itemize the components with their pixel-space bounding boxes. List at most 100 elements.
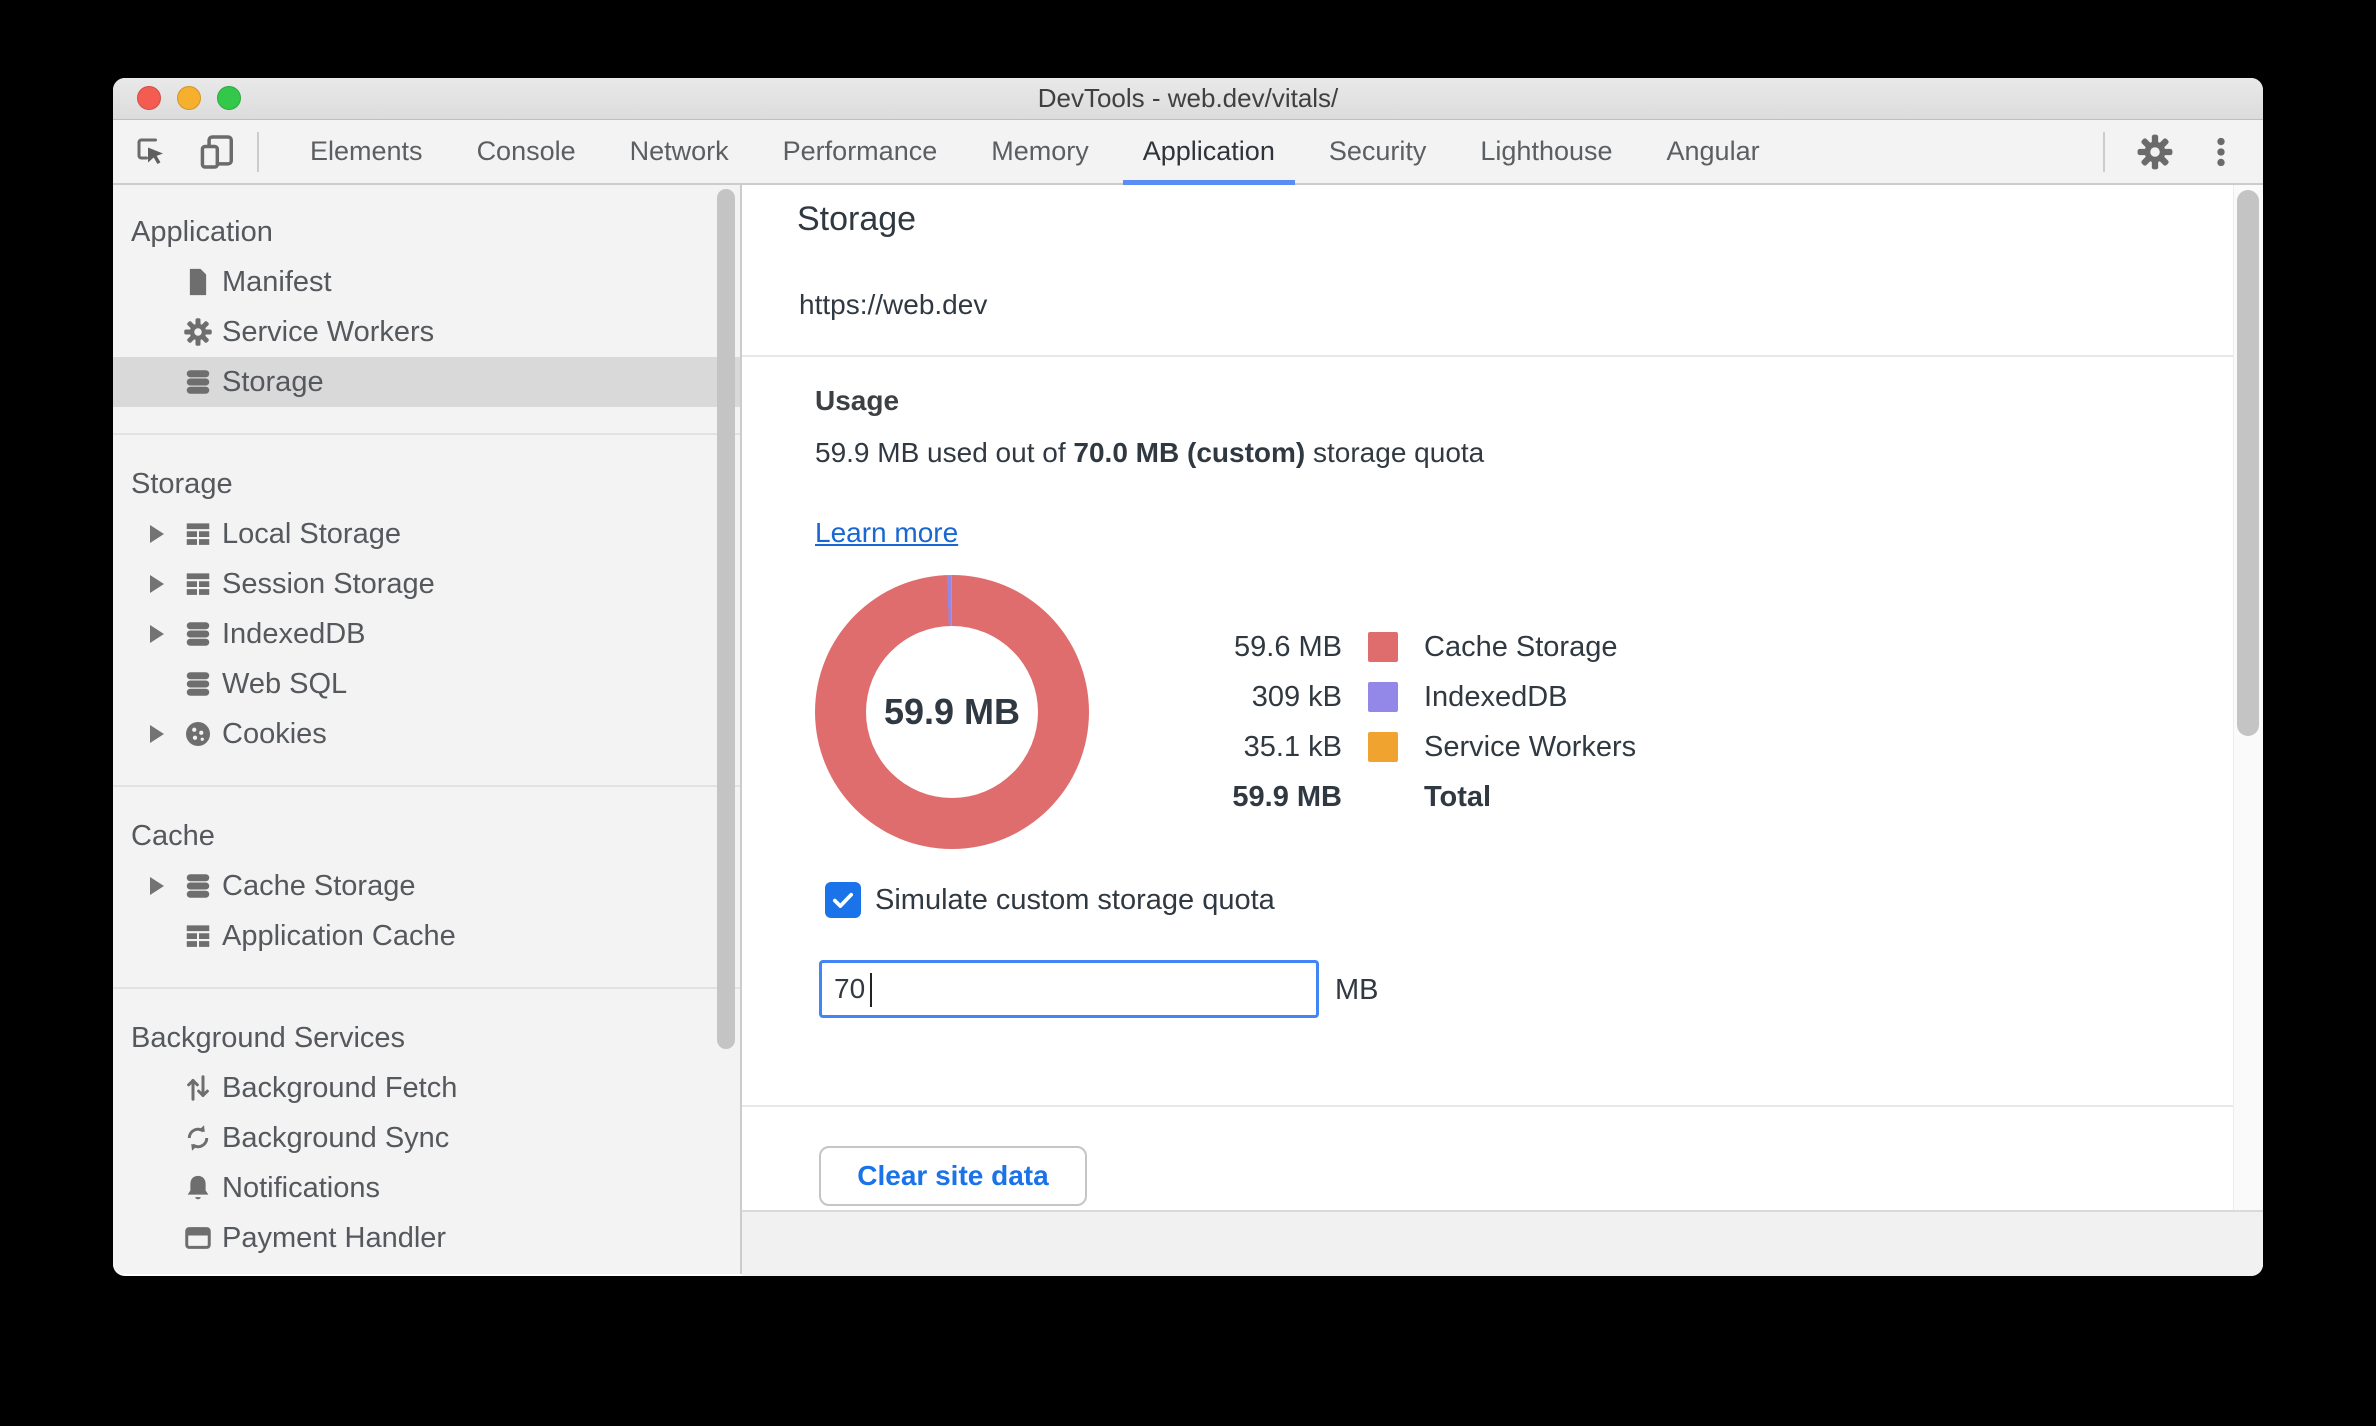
sidebar-item-background-sync[interactable]: Background Sync	[113, 1113, 740, 1163]
minimize-button[interactable]	[177, 86, 201, 110]
text-caret	[870, 973, 872, 1007]
legend-row-total: 59.9 MB Total	[1042, 772, 1636, 822]
divider	[742, 355, 2263, 357]
sidebar-item-cache-storage[interactable]: Cache Storage	[113, 861, 740, 911]
sidebar-item-payment-handler[interactable]: Payment Handler	[113, 1213, 740, 1263]
legend-label: IndexedDB	[1424, 680, 1568, 713]
sidebar-item-session-storage[interactable]: Session Storage	[113, 559, 740, 609]
database-icon	[183, 669, 213, 699]
usage-text-quota: 70.0 MB (custom)	[1073, 437, 1306, 468]
tab-security[interactable]: Security	[1309, 120, 1447, 183]
quota-input[interactable]	[819, 960, 1319, 1018]
simulate-quota-checkbox[interactable]	[825, 882, 861, 918]
sidebar-item-label: Manifest	[222, 265, 332, 298]
checkmark-icon	[832, 892, 854, 908]
title-bar: DevTools - web.dev/vitals/	[113, 78, 2263, 120]
up-down-arrows-icon	[183, 1073, 213, 1103]
legend-value: 35.1 kB	[1243, 730, 1342, 763]
expander-icon[interactable]	[150, 575, 183, 593]
expander-icon[interactable]	[150, 625, 183, 643]
simulate-quota-label[interactable]: Simulate custom storage quota	[875, 884, 1275, 917]
legend-value: 59.9 MB	[1232, 780, 1342, 813]
sidebar-item-cookies[interactable]: Cookies	[113, 709, 740, 759]
settings-button[interactable]	[2127, 124, 2183, 180]
usage-summary: 59.9 MB used out of 70.0 MB (custom) sto…	[815, 437, 1484, 469]
tab-performance[interactable]: Performance	[763, 120, 958, 183]
clock-icon	[183, 1273, 213, 1274]
legend-row-service-workers: 35.1 kB Service Workers	[1042, 722, 1637, 772]
tab-console[interactable]: Console	[457, 120, 596, 183]
sidebar-item-label: Session Storage	[222, 567, 435, 600]
usage-text-prefix: 59.9 MB used out of	[815, 437, 1074, 468]
toolbar-separator	[2103, 131, 2105, 172]
sidebar-item-indexeddb[interactable]: IndexedDB	[113, 609, 740, 659]
traffic-lights	[137, 86, 241, 110]
more-options-button[interactable]	[2193, 124, 2249, 180]
table-icon	[183, 921, 213, 951]
usage-heading: Usage	[815, 385, 900, 416]
sidebar-item-web-sql[interactable]: Web SQL	[113, 659, 740, 709]
legend-row-indexeddb: 309 kB IndexedDB	[1042, 672, 1636, 722]
expander-icon[interactable]	[150, 525, 183, 543]
main-scrollbar-track[interactable]	[2233, 185, 2263, 1210]
sidebar-item-label: Cache Storage	[222, 869, 416, 902]
tab-memory[interactable]: Memory	[971, 120, 1109, 183]
zoom-button[interactable]	[217, 86, 241, 110]
simulate-quota-row: Simulate custom storage quota	[825, 882, 1275, 918]
sidebar-item-label: Background Sync	[222, 1121, 450, 1154]
inspect-element-button[interactable]	[123, 124, 179, 180]
toggle-device-toolbar-button[interactable]	[189, 124, 245, 180]
donut-center-label: 59.9 MB	[883, 691, 1021, 732]
main-scrollbar-thumb[interactable]	[2237, 190, 2259, 736]
expander-icon[interactable]	[150, 877, 183, 895]
sidebar-scrollbar-thumb[interactable]	[717, 189, 735, 1049]
sidebar-item-label: Application Cache	[222, 919, 456, 952]
sidebar-item-label: IndexedDB	[222, 617, 366, 650]
sidebar-item-storage[interactable]: Storage	[113, 357, 740, 407]
sidebar-divider	[113, 987, 740, 989]
sidebar-item-label: Local Storage	[222, 517, 401, 550]
devtools-tab-bar: Elements Console Network Performance Mem…	[113, 120, 2263, 185]
sidebar-item-label: Storage	[222, 365, 324, 398]
table-icon	[183, 519, 213, 549]
tab-application[interactable]: Application	[1122, 120, 1295, 185]
chart-legend: 59.6 MB Cache Storage 309 kB IndexedDB 3…	[1042, 622, 1636, 822]
usage-text-suffix: storage quota	[1305, 437, 1485, 468]
application-sidebar: Application Manifest Service Workers Sto…	[113, 185, 742, 1274]
page-title: Storage	[797, 200, 917, 238]
tab-angular[interactable]: Angular	[1647, 120, 1780, 183]
sidebar-item-service-workers[interactable]: Service Workers	[113, 307, 740, 357]
sidebar-divider	[113, 433, 740, 435]
sidebar-item-local-storage[interactable]: Local Storage	[113, 509, 740, 559]
gear-icon	[2136, 133, 2174, 171]
close-button[interactable]	[137, 86, 161, 110]
tab-elements[interactable]: Elements	[290, 120, 443, 183]
sidebar-item-manifest[interactable]: Manifest	[113, 257, 740, 307]
legend-label: Total	[1424, 780, 1492, 813]
gear-icon	[183, 317, 213, 347]
learn-more-link[interactable]: Learn more	[815, 517, 958, 549]
database-icon	[183, 871, 213, 901]
kebab-menu-icon	[2204, 135, 2238, 169]
sidebar-item-partial[interactable]	[113, 1263, 740, 1274]
sidebar-item-application-cache[interactable]: Application Cache	[113, 911, 740, 961]
sidebar-section-application: Application	[131, 216, 273, 248]
sidebar-item-label: Background Fetch	[222, 1071, 458, 1104]
sidebar-divider	[113, 785, 740, 787]
legend-swatch-service-workers	[1368, 732, 1398, 762]
legend-label: Service Workers	[1424, 730, 1637, 763]
table-icon	[183, 569, 213, 599]
origin-url: https://web.dev	[799, 289, 988, 320]
legend-label: Cache Storage	[1424, 630, 1618, 663]
divider	[742, 1105, 2263, 1107]
sidebar-section-storage: Storage	[131, 468, 233, 500]
sidebar-item-label: Service Workers	[222, 315, 435, 348]
database-icon	[183, 367, 213, 397]
sidebar-item-notifications[interactable]: Notifications	[113, 1163, 740, 1213]
expander-icon[interactable]	[150, 725, 183, 743]
tab-network[interactable]: Network	[610, 120, 749, 183]
tab-lighthouse[interactable]: Lighthouse	[1460, 120, 1632, 183]
clear-site-data-button[interactable]: Clear site data	[819, 1146, 1087, 1206]
sidebar-item-background-fetch[interactable]: Background Fetch	[113, 1063, 740, 1113]
inspect-cursor-icon	[133, 134, 169, 170]
